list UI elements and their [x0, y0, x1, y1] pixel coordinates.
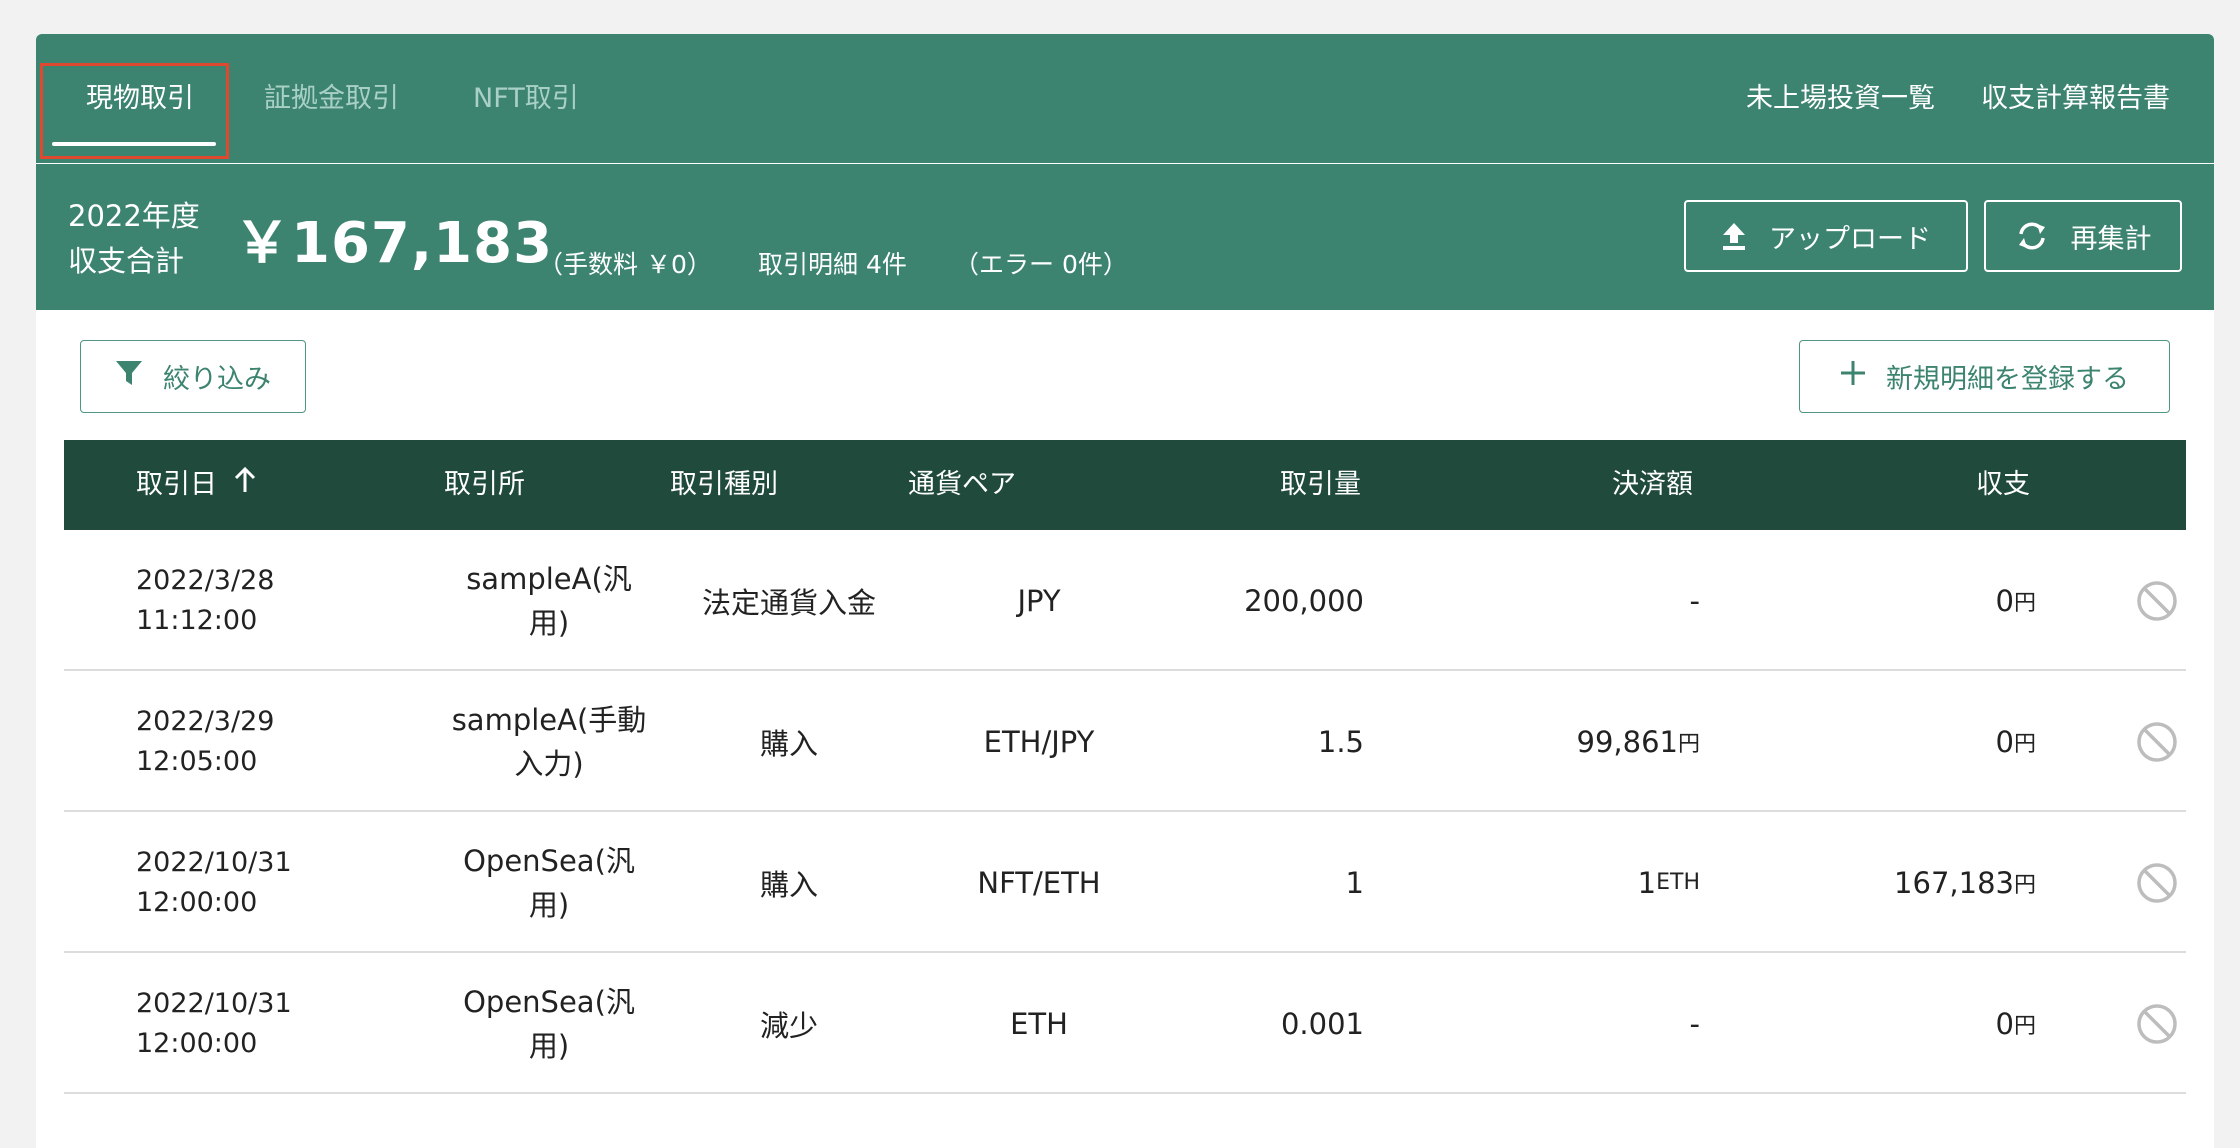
sort-ascending-icon[interactable] — [233, 441, 257, 531]
new-entry-button[interactable]: 新規明細を登録する — [1799, 340, 2170, 413]
upload-label: アップロード — [1769, 223, 1931, 255]
column-header-type: 取引種別 — [670, 469, 778, 500]
table-row: 2022/10/31 12:00:00 OpenSea(汎 用) 購入 NFT/ET… — [64, 812, 2186, 953]
profit-loss: 0円 — [1996, 953, 2036, 1094]
currency-pair: JPY — [1017, 583, 1061, 618]
column-header-settlement: 決済額 — [1612, 469, 1693, 500]
upload-icon — [1721, 221, 1747, 251]
exclude-icon[interactable] — [2136, 580, 2178, 622]
plus-icon — [1840, 360, 1866, 393]
trade-date-time: 12:05:00 — [136, 745, 258, 777]
settlement-value: - — [1689, 583, 1700, 618]
currency-pair: ETH — [1010, 1006, 1068, 1041]
trade-date-time: 11:12:00 — [136, 604, 258, 636]
column-header-quantity: 取引量 — [1280, 469, 1361, 500]
new-entry-label: 新規明細を登録する — [1886, 364, 2129, 395]
trade-quantity: 1 — [1345, 865, 1364, 900]
settlement-amount: 99,861 円 — [1577, 671, 1701, 812]
profit-loss: 0円 — [1996, 530, 2036, 671]
settlement-unit: ETH — [1656, 870, 1700, 895]
exchange-name-line1: sampleA(手動 — [451, 702, 647, 737]
profit-loss: 0円 — [1996, 671, 2036, 812]
trade-date-day: 2022/10/31 — [136, 846, 292, 878]
total-amount: ￥167,183 — [234, 211, 554, 276]
main-card: 現物取引 証拠金取引 NFT取引 未上場投資一覧 収支計算報告書 2022年度 … — [36, 34, 2214, 1148]
profit-loss-unit: 円 — [2013, 731, 2036, 757]
unlisted-investments-link[interactable]: 未上場投資一覧 — [1746, 34, 1935, 163]
exclude-icon[interactable] — [2136, 862, 2178, 904]
year-text: 2022年度 — [68, 199, 200, 233]
column-date-label: 取引日 — [136, 469, 217, 500]
fee-text: （手数料 ￥0） — [538, 250, 712, 279]
filter-icon — [115, 359, 143, 394]
detail-count-text: 取引明細 4件 — [758, 250, 907, 279]
refresh-icon — [2015, 221, 2049, 251]
exchange-name-line2: 用) — [528, 1028, 570, 1063]
tab-margin-trading[interactable]: 証拠金取引 — [264, 34, 399, 163]
trade-date: 2022/3/29 12:05:00 — [136, 671, 356, 812]
trade-quantity: 0.001 — [1280, 1006, 1364, 1041]
year-label: 2022年度 収支合計 — [68, 194, 200, 284]
exchange-name-line1: OpenSea(汎 — [463, 984, 635, 1019]
table-header: 取引日 取引所 取引種別 通貨ペア 取引量 決済額 収支 — [64, 440, 2186, 530]
income-report-link[interactable]: 収支計算報告書 — [1981, 34, 2170, 163]
trade-date-day: 2022/3/29 — [136, 705, 275, 737]
exclude-icon[interactable] — [2136, 721, 2178, 763]
trade-date-day: 2022/10/31 — [136, 987, 292, 1019]
profit-loss-unit: 円 — [2013, 872, 2036, 898]
settlement-amount: - — [1690, 953, 1700, 1094]
profit-loss-value: 167,183 — [1894, 865, 2014, 900]
settlement-value: 99,861 — [1576, 724, 1678, 759]
table-row: 2022/3/29 12:05:00 sampleA(手動 入力) 購入 ETH/J… — [64, 671, 2186, 812]
recalculate-button[interactable]: 再集計 — [1984, 200, 2182, 272]
trade-quantity: 1.5 — [1317, 724, 1364, 759]
column-header-date[interactable]: 取引日 — [136, 440, 257, 530]
exclude-icon[interactable] — [2136, 1003, 2178, 1045]
trade-date: 2022/3/28 11:12:00 — [136, 530, 356, 671]
currency-pair: ETH/JPY — [983, 724, 1095, 759]
total-label-text: 収支合計 — [68, 244, 185, 278]
profit-loss-unit: 円 — [2013, 590, 2036, 616]
profit-loss-value: 0 — [1995, 1006, 2014, 1041]
exchange-name-line2: 用) — [528, 887, 570, 922]
exchange-name-line1: OpenSea(汎 — [463, 843, 635, 878]
trade-quantity: 200,000 — [1244, 583, 1364, 618]
recalculate-label: 再集計 — [2070, 223, 2152, 255]
error-count-text: （エラー 0件） — [954, 250, 1128, 279]
profit-loss-value: 0 — [1995, 583, 2014, 618]
exchange-name-line2: 入力) — [514, 746, 584, 781]
summary-band: 2022年度 収支合計 ￥167,183 （手数料 ￥0） 取引明細 4件 （エ… — [36, 164, 2214, 310]
trade-date: 2022/10/31 12:00:00 — [136, 953, 356, 1094]
exchange-name-line1: sampleA(汎 — [466, 561, 632, 596]
filter-button[interactable]: 絞り込み — [80, 340, 306, 413]
column-header-profit-loss: 収支 — [1976, 469, 2030, 500]
active-tab-underline — [52, 142, 216, 146]
table-row: 2022/3/28 11:12:00 sampleA(汎 用) 法定通貨入金 JPY… — [64, 530, 2186, 671]
profit-loss: 167,183 円 — [1894, 812, 2036, 953]
table-row: 2022/10/31 12:00:00 OpenSea(汎 用) 減少 ETH 0.… — [64, 953, 2186, 1094]
settlement-value: - — [1689, 1006, 1700, 1041]
tab-nft-trading[interactable]: NFT取引 — [473, 34, 579, 163]
profit-loss-value: 0 — [1995, 724, 2014, 759]
filter-label: 絞り込み — [163, 364, 271, 395]
currency-pair: NFT/ETH — [977, 865, 1101, 900]
trade-date: 2022/10/31 12:00:00 — [136, 812, 356, 953]
column-header-pair: 通貨ペア — [908, 469, 1016, 500]
settlement-value: 1 — [1637, 865, 1657, 900]
settlement-amount: 1 ETH — [1638, 812, 1700, 953]
profit-loss-unit: 円 — [2013, 1013, 2036, 1039]
settlement-unit: 円 — [1677, 731, 1700, 757]
upload-button[interactable]: アップロード — [1684, 200, 1968, 272]
exchange-name-line2: 用) — [528, 605, 570, 640]
trade-date-time: 12:00:00 — [136, 1027, 258, 1059]
settlement-amount: - — [1690, 530, 1700, 671]
trade-date-day: 2022/3/28 — [136, 564, 275, 596]
column-header-exchange: 取引所 — [444, 469, 525, 500]
trade-date-time: 12:00:00 — [136, 886, 258, 918]
tab-bar: 現物取引 証拠金取引 NFT取引 未上場投資一覧 収支計算報告書 — [36, 34, 2214, 163]
